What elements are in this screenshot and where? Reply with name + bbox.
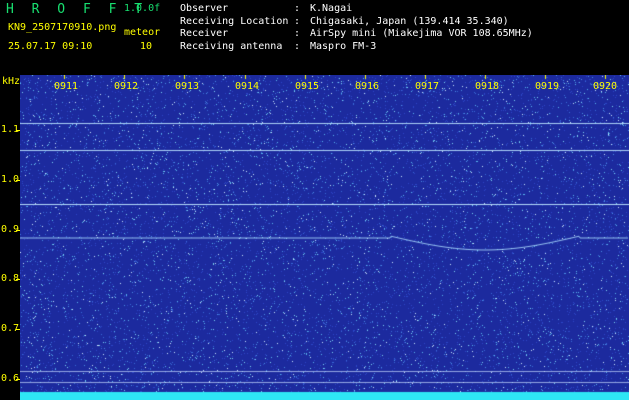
time-tick-label: 0918 [475,81,500,92]
location-row: Receiving Location: Chigasaki, Japan (139… [180,15,509,27]
filename-label: KN9_2507170910.png [8,22,117,33]
spectrogram-canvas [20,75,629,400]
spectrogram [20,75,629,400]
version-label: 1.0.0f [124,3,161,14]
time-tick-label: 0911 [54,81,79,92]
observer-key: Observer [180,3,229,14]
antenna-value: Maspro FM-3 [310,40,377,52]
antenna-key: Receiving antenna [180,40,283,52]
time-tick-label: 0916 [355,81,380,92]
observer-row: Observer: K.Nagai [180,3,353,14]
time-tick-label: 0913 [175,81,200,92]
station-info: Observer: K.Nagai Receiving Location: Chig… [180,3,533,53]
y-tick-mark [16,130,20,131]
receiver-key: Receiver [180,28,229,39]
frequency-unit-label: kHz [2,76,21,87]
location-value: Chigasaki, Japan (139.414 35.340) [310,15,509,27]
time-tick-label: 0917 [415,81,440,92]
location-key: Receiving Location [180,15,289,27]
datetime-label: 25.07.17 09:10 [8,41,93,52]
y-tick-mark [16,379,20,380]
time-tick-label: 0919 [535,81,560,92]
mode-label: meteor [124,27,161,38]
receiver-value: AirSpy mini (Miakejima VOR 108.65MHz) [310,28,533,39]
time-tick-label: 0912 [114,81,139,92]
header: H R O F F T 1.0.0f KN9_2507170910.png 25… [0,0,629,75]
time-tick-label: 0914 [235,81,260,92]
observer-value: K.Nagai [310,3,353,14]
y-tick-mark [16,279,20,280]
receiver-row: Receiver: AirSpy mini (Miakejima VOR 108.… [180,28,533,39]
y-tick-mark [16,230,20,231]
antenna-row: Receiving antenna: Maspro FM-3 [180,40,377,52]
y-tick-mark [16,180,20,181]
mode-value: 10 [140,41,153,52]
time-tick-label: 0920 [593,81,618,92]
time-tick-label: 0915 [295,81,320,92]
y-tick-mark [16,329,20,330]
